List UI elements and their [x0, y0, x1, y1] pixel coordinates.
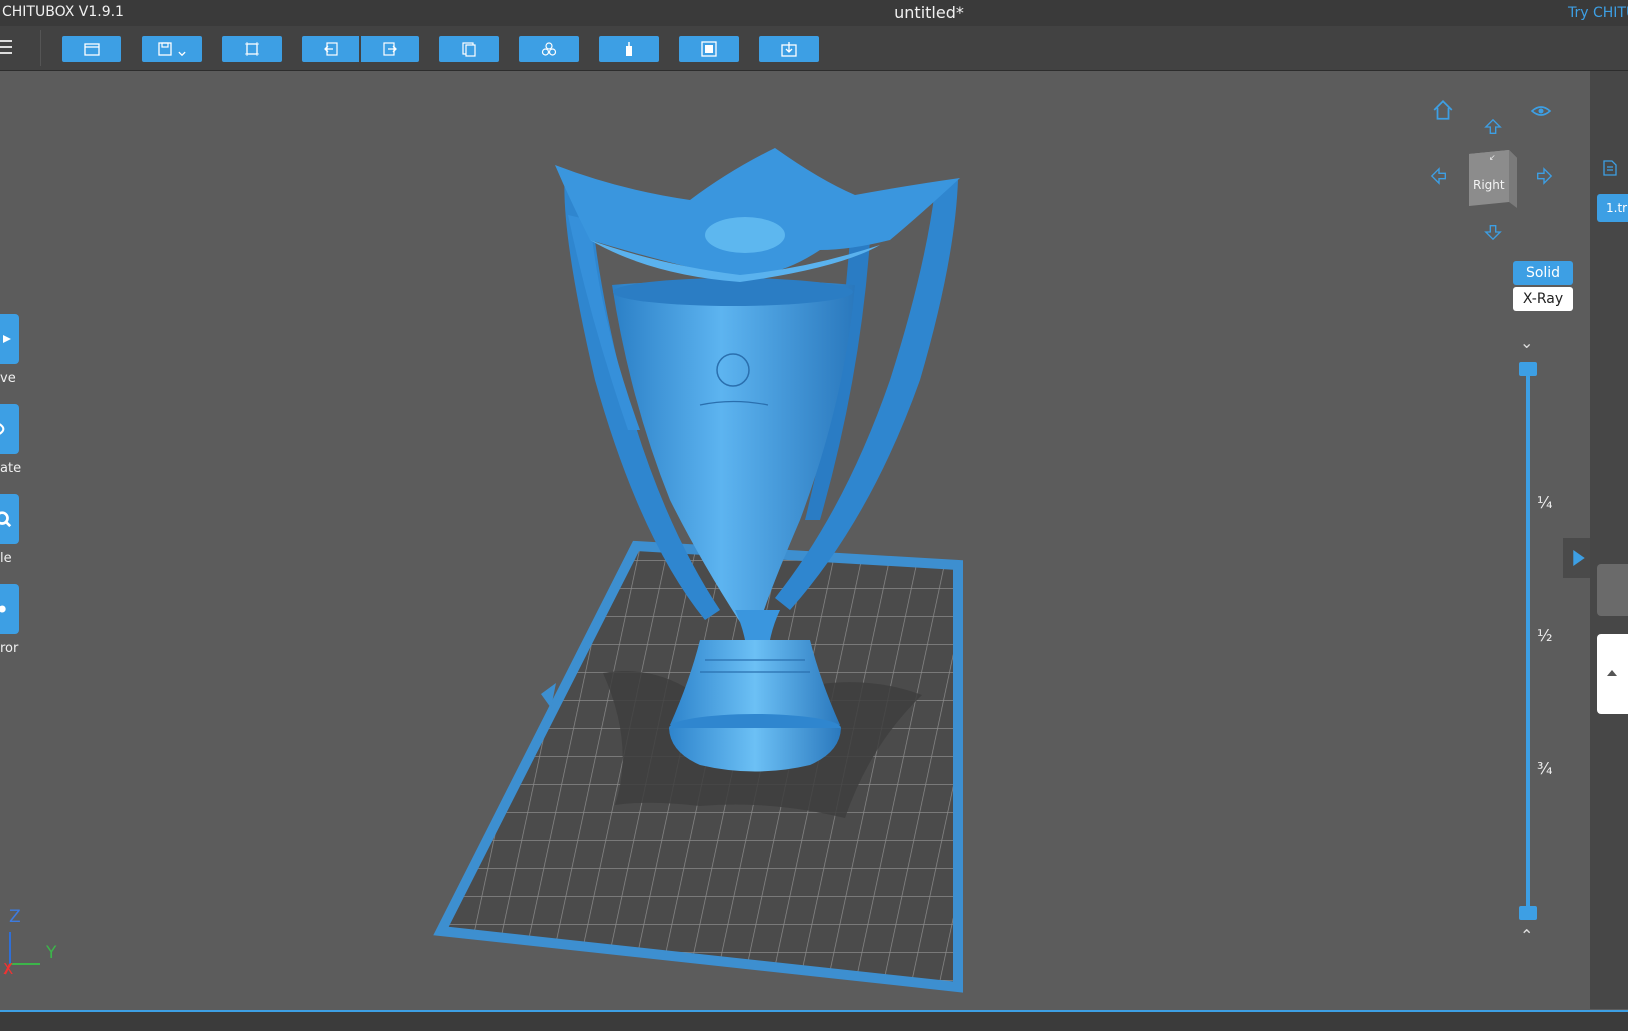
undo-icon — [323, 42, 338, 56]
layer-slider-bottom-handle[interactable] — [1519, 906, 1537, 920]
panel-tab-white[interactable] — [1597, 634, 1628, 714]
slice-icon — [781, 42, 797, 57]
home-view-icon[interactable] — [1432, 99, 1454, 121]
mirror-tool-label: ror — [0, 641, 19, 656]
support-icon — [626, 42, 632, 56]
scale-icon — [0, 511, 12, 528]
chevron-down-icon[interactable] — [177, 49, 187, 59]
mirror-tool-button[interactable] — [0, 584, 19, 634]
caret-up-icon — [1607, 670, 1617, 676]
chevron-right-icon — [1573, 550, 1585, 566]
y-axis-label: Y — [46, 943, 57, 963]
slider-tick-three-quarters: ¾ — [1537, 759, 1553, 778]
document-title: untitled* — [894, 3, 964, 22]
panel-tab-grey[interactable] — [1597, 564, 1628, 616]
rotate-down-icon[interactable] — [1482, 223, 1504, 241]
file-list-item[interactable]: 1.tr — [1597, 194, 1628, 222]
copy-icon — [462, 42, 476, 57]
play-icon — [3, 335, 11, 343]
rotate-right-icon[interactable] — [1535, 165, 1553, 187]
open-file-button[interactable] — [62, 36, 121, 62]
status-bar — [0, 1010, 1628, 1031]
scale-tool-button[interactable] — [0, 494, 19, 544]
view-cube[interactable]: ↙ Right — [1465, 148, 1519, 214]
panel-toggle-button[interactable] — [1563, 538, 1590, 578]
hollow-icon — [701, 41, 717, 57]
copy-button[interactable] — [439, 36, 499, 62]
title-bar: CHITUBOX V1.9.1 untitled* Try CHITU — [0, 0, 1628, 26]
svg-text:↙: ↙ — [1489, 153, 1496, 162]
document-icon[interactable] — [1603, 160, 1617, 176]
supports-button[interactable] — [599, 36, 659, 62]
slider-tick-quarter: ¼ — [1537, 493, 1553, 512]
x-axis-label: X — [3, 960, 14, 978]
redo-button[interactable] — [361, 36, 419, 62]
rotate-tool-button[interactable] — [0, 404, 19, 454]
z-axis-label: Z — [9, 907, 21, 927]
slider-expand-icon[interactable]: ⌃ — [1520, 926, 1533, 945]
frame-icon — [245, 42, 259, 56]
toolbar-divider — [40, 30, 41, 66]
3d-viewport[interactable]: ↙ Right Solid X-Ray ⌄ ¼ ½ ¾ ⌃ ve ate le … — [0, 71, 1590, 1009]
undo-button[interactable] — [302, 36, 359, 62]
xray-view-button[interactable]: X-Ray — [1513, 287, 1573, 311]
toolbar — [0, 26, 1628, 71]
eye-icon[interactable] — [1530, 101, 1552, 121]
scene — [433, 148, 963, 993]
move-tool-label: ve — [0, 371, 16, 386]
layer-slider-top-handle[interactable] — [1519, 362, 1537, 376]
arrange-button[interactable] — [519, 36, 579, 62]
solid-view-button[interactable]: Solid — [1513, 261, 1573, 285]
mirror-icon — [0, 605, 6, 613]
try-link[interactable]: Try CHITU — [1568, 5, 1628, 21]
rotate-up-icon[interactable] — [1482, 118, 1504, 136]
rotate-tool-label: ate — [0, 461, 22, 476]
slider-collapse-icon[interactable]: ⌄ — [1520, 333, 1533, 352]
rotate-left-icon[interactable] — [1430, 165, 1448, 187]
hollow-button[interactable] — [679, 36, 739, 62]
cubes-icon — [541, 42, 557, 56]
save-button[interactable] — [142, 36, 202, 62]
move-tool-button[interactable] — [0, 314, 19, 364]
redo-icon — [383, 42, 397, 56]
slider-tick-half: ½ — [1537, 626, 1553, 645]
folder-icon — [83, 43, 100, 56]
layer-slider-track[interactable] — [1526, 368, 1530, 913]
rotate-icon — [0, 423, 5, 435]
scale-tool-label: le — [0, 551, 12, 566]
view-cube-face-label: Right — [1473, 178, 1505, 192]
hamburger-menu-icon[interactable] — [0, 36, 16, 58]
save-icon — [158, 42, 172, 56]
slice-button[interactable] — [759, 36, 819, 62]
auto-layout-button[interactable] — [222, 36, 282, 62]
